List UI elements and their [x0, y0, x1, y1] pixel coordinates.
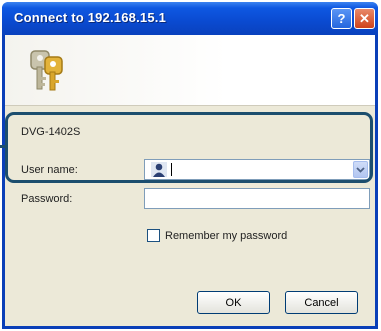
keys-icon: [30, 50, 63, 91]
close-button[interactable]: ✕: [354, 8, 375, 29]
password-label: Password:: [21, 193, 73, 205]
dialog-banner: [5, 35, 375, 106]
help-icon: ?: [337, 11, 346, 26]
help-button[interactable]: ?: [331, 8, 352, 29]
window-title: Connect to 192.168.15.1: [14, 10, 166, 25]
title-bar[interactable]: Connect to 192.168.15.1 ? ✕: [2, 2, 378, 35]
credentials-highlight-frame: [5, 112, 373, 183]
password-field[interactable]: [144, 188, 370, 209]
close-icon: ✕: [359, 10, 370, 26]
ok-button[interactable]: OK: [197, 291, 270, 314]
remember-password-option[interactable]: Remember my password: [147, 229, 287, 242]
remember-password-checkbox[interactable]: [147, 229, 160, 242]
cancel-button[interactable]: Cancel: [285, 291, 358, 314]
callout-pointer: [0, 145, 5, 148]
remember-password-label[interactable]: Remember my password: [165, 230, 287, 242]
